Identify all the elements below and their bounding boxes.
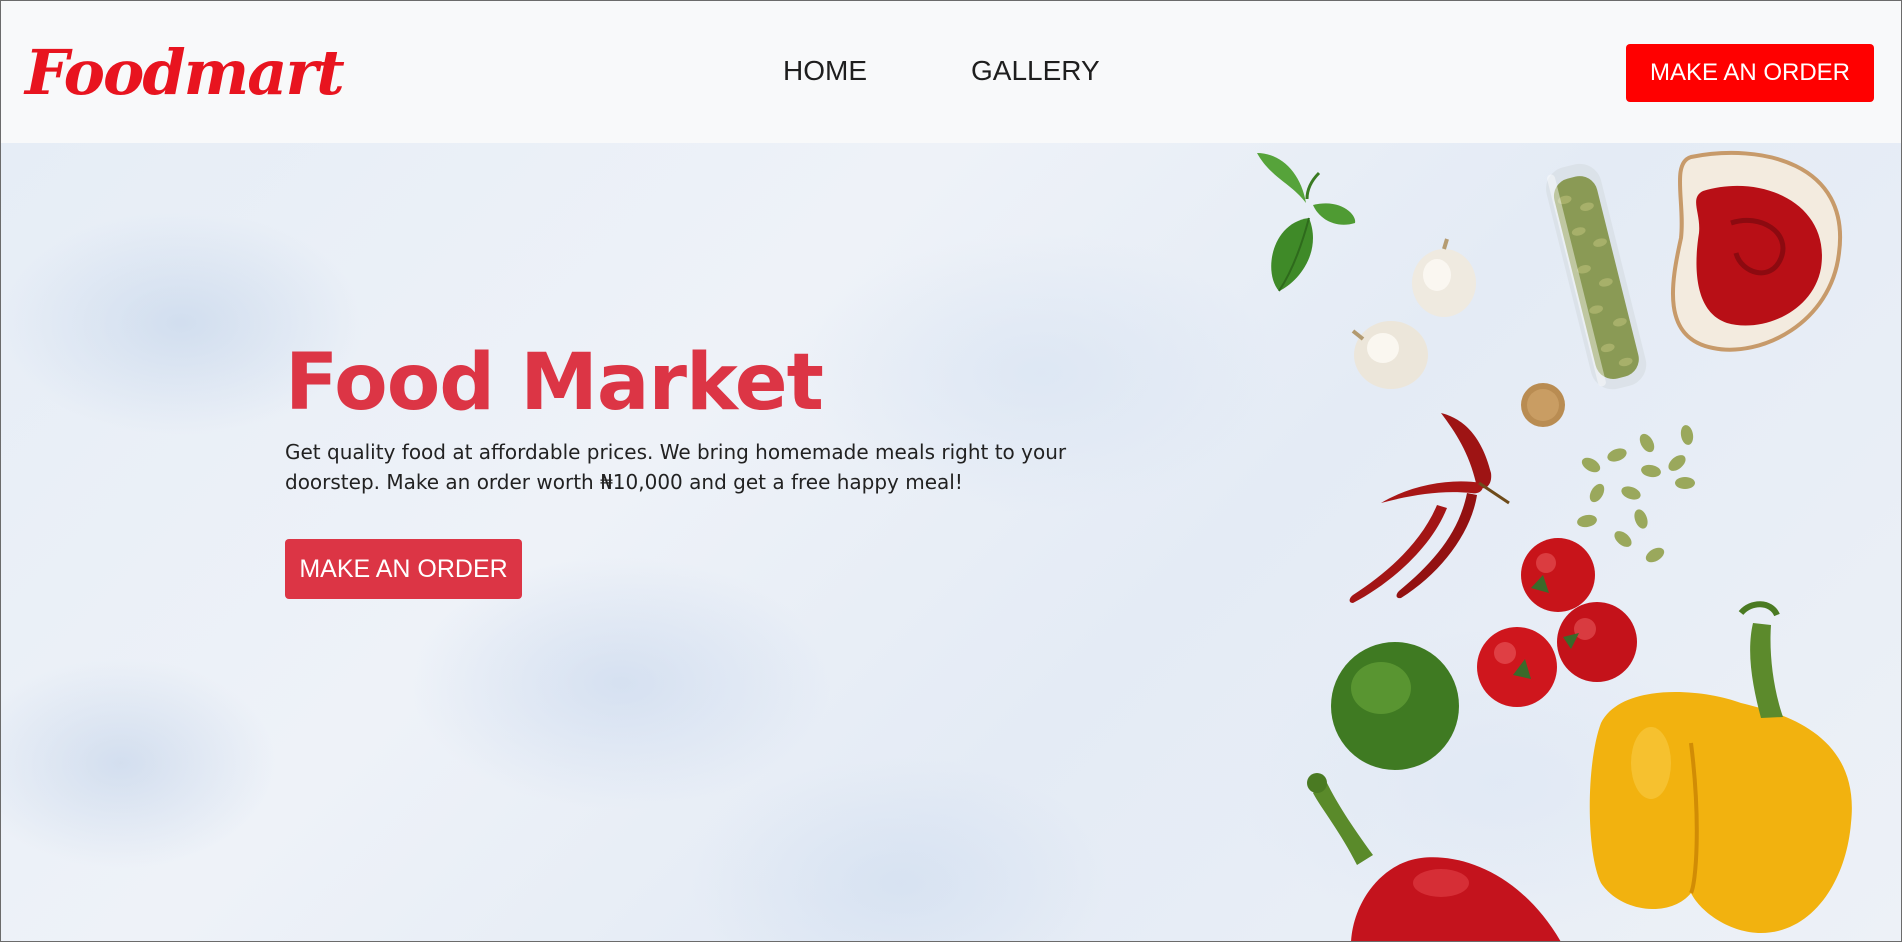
basil-leaf-icon <box>1257 153 1356 292</box>
hero-title: Food Market <box>285 338 824 428</box>
red-bell-pepper-icon <box>1307 773 1561 941</box>
ketchup-bowl-icon <box>1670 150 1843 352</box>
hero-make-order-button[interactable]: MAKE AN ORDER <box>285 539 522 599</box>
cherry-tomatoes-icon <box>1477 538 1637 707</box>
hero-section: Food Market Get quality food at affordab… <box>1 143 1901 941</box>
hero-description: Get quality food at affordable prices. W… <box>285 440 1067 494</box>
pumpkin-seeds-jar-icon <box>1546 163 1647 390</box>
nav-make-order-button[interactable]: MAKE AN ORDER <box>1626 44 1874 102</box>
dried-chili-peppers-icon <box>1349 413 1510 603</box>
pumpkin-seeds-icon <box>1577 425 1695 563</box>
brand-logo[interactable]: Foodmart <box>25 31 345 115</box>
nav-link-home[interactable]: HOME <box>783 53 867 89</box>
page: Foodmart HOME GALLERY MAKE AN ORDER Food… <box>0 0 1902 942</box>
nav-link-gallery[interactable]: GALLERY <box>971 53 1100 89</box>
garlic-bulb-icon <box>1412 238 1476 317</box>
lime-icon <box>1331 642 1459 770</box>
cork-icon <box>1521 383 1565 427</box>
yellow-bell-pepper-icon <box>1589 601 1852 933</box>
garlic-bulb-icon <box>1351 321 1428 389</box>
navbar: Foodmart HOME GALLERY MAKE AN ORDER <box>1 1 1901 143</box>
